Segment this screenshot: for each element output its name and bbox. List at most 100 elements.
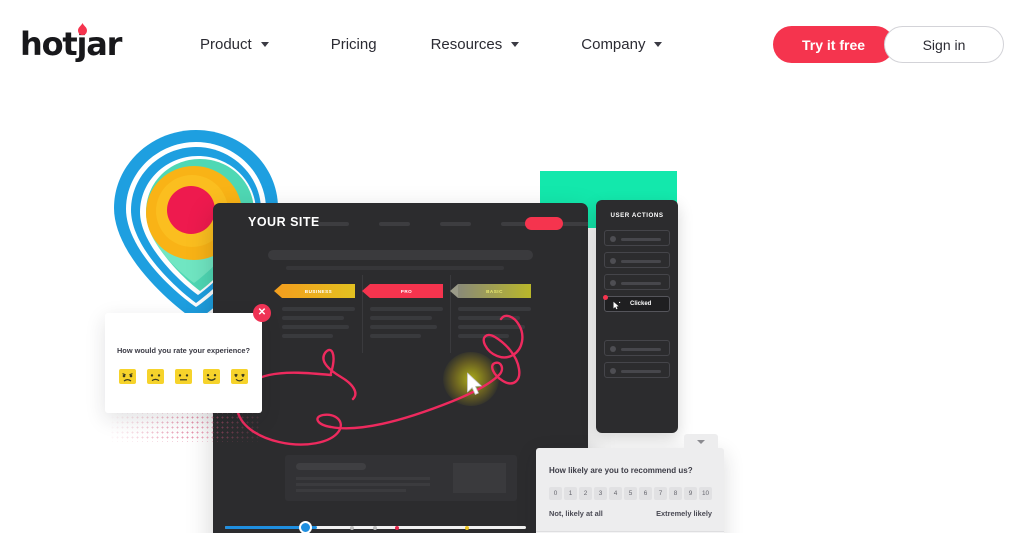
session-recording-player xyxy=(213,513,538,533)
sign-in-button[interactable]: Sign in xyxy=(884,26,1004,63)
player-event-marker[interactable] xyxy=(350,525,354,530)
site-mockup-title: YOUR SITE xyxy=(248,215,320,229)
nav-item-pricing[interactable]: Pricing xyxy=(331,36,377,53)
user-actions-title: USER ACTIONS xyxy=(610,212,664,219)
nps-score-10[interactable]: 10 xyxy=(699,487,712,500)
nps-collapse-button[interactable] xyxy=(684,434,718,450)
content-card-text-line xyxy=(296,477,430,480)
nav-item-label: Resources xyxy=(430,35,503,53)
pricing-ribbon-label: BASIC xyxy=(486,288,503,294)
nav-item-label: Product xyxy=(200,35,252,53)
player-event-marker[interactable] xyxy=(395,525,399,530)
action-dot-icon xyxy=(610,236,616,242)
neutral-face-emoji[interactable] xyxy=(175,369,192,384)
placeholder-line xyxy=(370,307,443,311)
chevron-down-icon xyxy=(654,41,663,47)
rating-survey-card: ✕ How would you rate your experience? xyxy=(105,304,271,413)
user-actions-panel: USER ACTIONS Clicked xyxy=(596,200,678,433)
placeholder-line xyxy=(458,307,531,311)
pricing-column-lines xyxy=(458,307,531,338)
user-action-row-clicked[interactable]: Clicked xyxy=(603,295,670,312)
nps-question: How likely are you to recommend us? xyxy=(549,466,693,475)
site-mockup-content-card xyxy=(285,455,517,501)
pricing-ribbon-business[interactable]: BUSINESS xyxy=(274,284,355,298)
action-placeholder-bar xyxy=(621,348,661,351)
pricing-columns: BUSINESS PRO BASIC xyxy=(274,275,532,353)
nav-item-resources[interactable]: Resources xyxy=(431,36,520,53)
action-dot-icon xyxy=(610,346,616,352)
rating-emoji-row xyxy=(105,369,262,384)
nps-score-8[interactable]: 8 xyxy=(669,487,682,500)
nav-item-label: Pricing xyxy=(330,35,377,53)
sad-face-emoji[interactable] xyxy=(147,369,164,384)
action-dot-icon xyxy=(610,258,616,264)
nav-placeholder-bar xyxy=(562,222,588,226)
hotjar-logo[interactable]: hotjar xyxy=(20,22,140,66)
nps-score-2[interactable]: 2 xyxy=(579,487,592,500)
content-card-image-placeholder xyxy=(453,463,506,493)
nps-label-left: Not, likely at all xyxy=(549,509,603,518)
nps-score-5[interactable]: 5 xyxy=(624,487,637,500)
action-placeholder-bar xyxy=(621,238,661,241)
nps-score-0[interactable]: 0 xyxy=(549,487,562,500)
placeholder-line xyxy=(282,316,344,320)
placeholder-line xyxy=(370,325,437,329)
pricing-column: BUSINESS xyxy=(274,275,355,353)
hotjar-landing-page: hotjar Product Pricing Resources Company xyxy=(0,0,1024,533)
nav-placeholder-bar xyxy=(440,222,471,226)
try-it-free-button[interactable]: Try it free xyxy=(773,26,894,63)
user-action-row[interactable] xyxy=(604,274,670,290)
nav-placeholder-bar xyxy=(318,222,349,226)
placeholder-line xyxy=(282,334,333,338)
content-card-text-line xyxy=(296,489,406,492)
placeholder-line xyxy=(458,325,525,329)
halftone-dot-pattern xyxy=(110,410,260,442)
nav-item-label: Company xyxy=(581,35,646,53)
user-action-row[interactable] xyxy=(604,340,670,356)
nav-item-product[interactable]: Product xyxy=(200,36,269,53)
nps-score-3[interactable]: 3 xyxy=(594,487,607,500)
nav-item-company[interactable]: Company xyxy=(581,35,663,53)
click-cursor-icon xyxy=(613,301,621,310)
nav-links: Product Pricing Resources Company xyxy=(200,0,724,88)
nps-score-6[interactable]: 6 xyxy=(639,487,652,500)
placeholder-line xyxy=(370,316,432,320)
flame-icon xyxy=(78,23,87,36)
site-mockup-subtitle-bar xyxy=(286,266,504,270)
click-badge-icon xyxy=(603,295,608,300)
close-icon[interactable]: ✕ xyxy=(253,304,271,322)
nps-score-1[interactable]: 1 xyxy=(564,487,577,500)
pricing-column: PRO xyxy=(362,275,443,353)
placeholder-line xyxy=(282,325,349,329)
heart-eyes-emoji[interactable] xyxy=(231,369,248,384)
nps-scale: 0 1 2 3 4 5 6 7 8 9 10 xyxy=(549,487,712,500)
player-event-marker[interactable] xyxy=(465,525,469,530)
site-mockup-header: YOUR SITE xyxy=(213,203,588,243)
user-action-label: Clicked xyxy=(630,301,652,307)
happy-face-emoji[interactable] xyxy=(203,369,220,384)
content-card-text-line xyxy=(296,483,430,486)
pricing-ribbon-basic[interactable]: BASIC xyxy=(450,284,531,298)
pricing-column: BASIC xyxy=(450,275,531,353)
nav-placeholder-bar xyxy=(379,222,410,226)
content-card-heading-bar xyxy=(296,463,366,470)
user-action-row[interactable] xyxy=(604,230,670,246)
player-progress-handle[interactable] xyxy=(299,521,312,533)
site-mockup-cta-placeholder[interactable] xyxy=(525,217,563,230)
nps-score-4[interactable]: 4 xyxy=(609,487,622,500)
placeholder-line xyxy=(458,334,509,338)
nps-score-7[interactable]: 7 xyxy=(654,487,667,500)
nps-survey-card: How likely are you to recommend us? 0 1 … xyxy=(536,434,724,533)
angry-face-emoji[interactable] xyxy=(119,369,136,384)
pricing-column-lines xyxy=(282,307,355,338)
top-navigation-bar: hotjar Product Pricing Resources Company xyxy=(0,0,1024,88)
nps-score-9[interactable]: 9 xyxy=(684,487,697,500)
user-action-row[interactable] xyxy=(604,252,670,268)
player-event-marker[interactable] xyxy=(373,525,377,530)
chevron-down-icon xyxy=(511,41,520,47)
user-action-row[interactable] xyxy=(604,362,670,378)
action-placeholder-bar xyxy=(621,282,661,285)
pricing-ribbon-pro[interactable]: PRO xyxy=(362,284,443,298)
action-dot-icon xyxy=(610,280,616,286)
nps-label-right: Extremely likely xyxy=(656,509,712,518)
